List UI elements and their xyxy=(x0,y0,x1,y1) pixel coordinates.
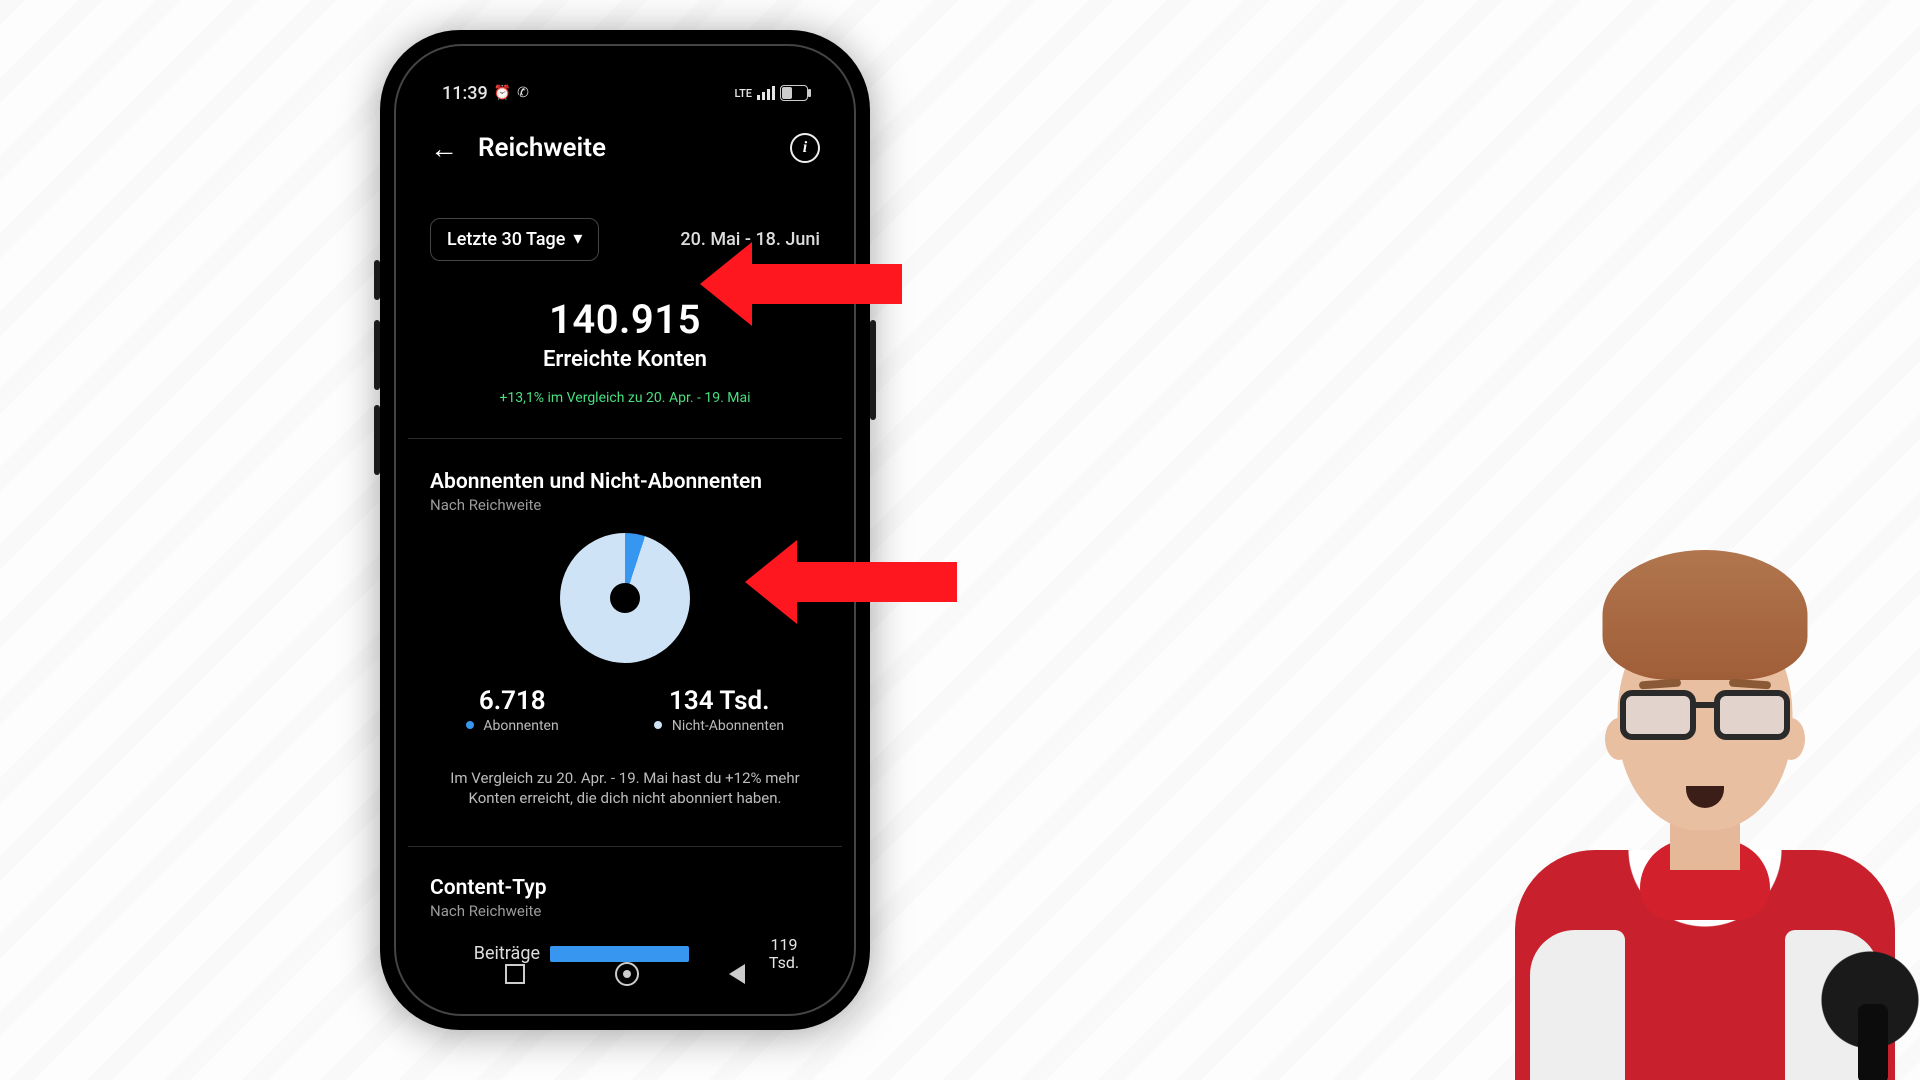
headline-label: Erreichte Konten xyxy=(408,347,842,372)
back-arrow-icon[interactable]: ← xyxy=(430,132,458,165)
headline-metric: 140.915 Erreichte Konten +13,1% im Vergl… xyxy=(408,296,842,406)
followers-legend-col: 6.718 Abonnenten xyxy=(466,686,559,734)
phone-volume-up xyxy=(374,320,380,390)
followers-value: 6.718 xyxy=(466,686,559,716)
followers-section-header: Abonnenten und Nicht-Abonnenten Nach Rei… xyxy=(408,470,842,514)
dot-white-icon xyxy=(654,721,662,729)
followers-label: Abonnenten xyxy=(466,718,559,734)
date-range-dropdown[interactable]: Letzte 30 Tage ▾ xyxy=(430,218,599,261)
recent-apps-icon[interactable] xyxy=(505,964,525,984)
followers-donut-chart xyxy=(408,533,842,663)
call-icon: ✆ xyxy=(517,85,529,101)
followers-compare-text: Im Vergleich zu 20. Apr. - 19. Mai hast … xyxy=(436,768,814,809)
followers-section-title: Abonnenten und Nicht-Abonnenten xyxy=(430,470,820,494)
followers-section-subtitle: Nach Reichweite xyxy=(430,496,820,514)
donut-icon xyxy=(560,533,690,663)
presenter-overlay xyxy=(1490,540,1920,1080)
info-icon[interactable]: i xyxy=(790,133,820,163)
headline-delta: +13,1% im Vergleich zu 20. Apr. - 19. Ma… xyxy=(408,390,842,406)
phone-bezel: 11:39 ⏰ ✆ LTE ← Reichweite i xyxy=(394,44,856,1016)
title-bar: ← Reichweite i xyxy=(408,118,842,178)
content-section-title: Content-Typ xyxy=(430,876,820,900)
dot-blue-icon xyxy=(466,721,474,729)
nonfollowers-legend-col: 134 Tsd. Nicht-Abonnenten xyxy=(654,686,784,734)
lte-icon: LTE xyxy=(734,87,752,100)
content-section-header: Content-Typ Nach Reichweite xyxy=(408,876,842,920)
status-time: 11:39 xyxy=(442,83,488,104)
headline-value: 140.915 xyxy=(408,296,842,343)
phone-screen: 11:39 ⏰ ✆ LTE ← Reichweite i xyxy=(408,58,842,1002)
phone-power-button xyxy=(870,320,876,420)
alarm-off-icon: ⏰ xyxy=(494,85,511,101)
phone-frame: 11:39 ⏰ ✆ LTE ← Reichweite i xyxy=(380,30,870,1030)
home-icon[interactable] xyxy=(615,962,639,986)
back-icon[interactable] xyxy=(729,964,745,984)
signal-icon xyxy=(757,86,775,100)
followers-legend: 6.718 Abonnenten 134 Tsd. Nicht-Abonnent… xyxy=(408,686,842,734)
microphone-icon xyxy=(1810,944,1920,1080)
nonfollowers-value: 134 Tsd. xyxy=(654,686,784,716)
phone-volume-down xyxy=(374,405,380,475)
battery-icon xyxy=(780,85,808,101)
status-bar: 11:39 ⏰ ✆ LTE xyxy=(408,68,842,118)
date-range-label: Letzte 30 Tage xyxy=(447,229,565,250)
nonfollowers-label: Nicht-Abonnenten xyxy=(654,718,784,734)
divider xyxy=(408,438,842,439)
date-range-text: 20. Mai - 18. Juni xyxy=(680,229,820,250)
content-section-subtitle: Nach Reichweite xyxy=(430,902,820,920)
divider xyxy=(408,846,842,847)
chevron-down-icon: ▾ xyxy=(573,228,582,249)
phone-mute-switch xyxy=(374,260,380,300)
page-title: Reichweite xyxy=(478,133,606,163)
android-nav-bar xyxy=(408,946,842,1002)
date-range-row: Letzte 30 Tage ▾ 20. Mai - 18. Juni xyxy=(408,218,842,261)
